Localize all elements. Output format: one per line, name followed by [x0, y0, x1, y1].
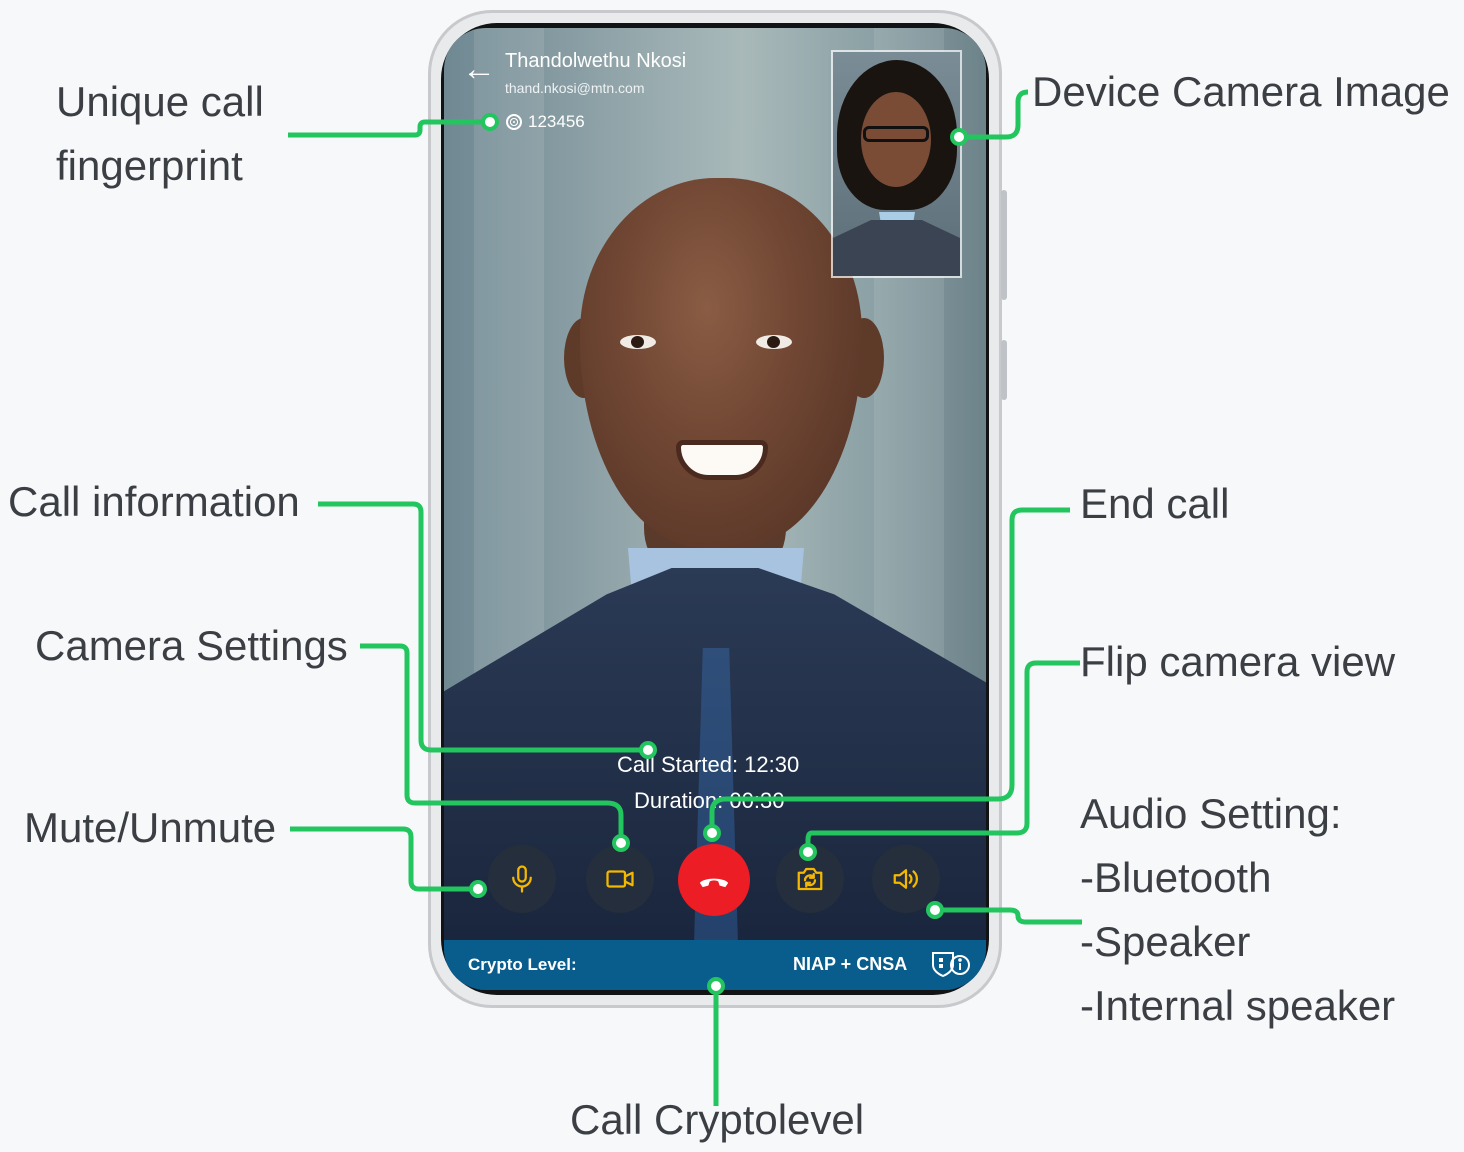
label-audio-setting: Audio Setting: — [1080, 790, 1342, 837]
fingerprint-icon — [506, 114, 522, 130]
label-call-cryptolevel: Call Cryptolevel — [570, 1096, 865, 1143]
label-end-call: End call — [1080, 480, 1230, 527]
crypto-level-value: NIAP + CNSA — [793, 954, 908, 974]
label-flip-camera-view: Flip camera view — [1080, 638, 1396, 685]
speaker-icon — [893, 869, 918, 889]
fingerprint-code: 123456 — [528, 112, 585, 131]
label-device-camera-image: Device Camera Image — [1032, 68, 1450, 115]
contact-email: thand.nkosi@mtn.com — [505, 80, 645, 96]
video-camera-icon — [606, 870, 634, 888]
call-started-time: Call Started: 12:30 — [617, 752, 800, 777]
camera-flip-icon — [797, 867, 823, 891]
power-button — [1001, 340, 1007, 400]
back-arrow-icon[interactable]: ← — [462, 52, 496, 86]
label-call-information: Call information — [8, 478, 300, 525]
remote-participant-video — [580, 178, 862, 548]
mute-button[interactable] — [488, 845, 556, 913]
call-duration: Duration: 00:30 — [634, 788, 785, 813]
microphone-icon — [512, 865, 532, 893]
camera-settings-button[interactable] — [586, 845, 654, 913]
label-fingerprint-line2: fingerprint — [56, 142, 243, 189]
label-fingerprint-line1: Unique call — [56, 78, 264, 125]
phone-hangup-icon — [699, 878, 729, 888]
crypto-level-label: Crypto Level: — [468, 955, 577, 974]
volume-button — [1001, 190, 1007, 300]
self-camera-preview[interactable] — [831, 50, 962, 278]
label-audio-bluetooth: -Bluetooth — [1080, 854, 1272, 901]
shield-info-icon[interactable] — [930, 950, 972, 978]
label-audio-internal-speaker: -Internal speaker — [1080, 982, 1396, 1029]
label-camera-settings: Camera Settings — [35, 622, 348, 669]
flip-camera-button[interactable] — [776, 845, 844, 913]
label-mute-unmute: Mute/Unmute — [24, 804, 277, 851]
label-audio-speaker: -Speaker — [1080, 918, 1251, 965]
call-fingerprint: 123456 — [506, 112, 585, 132]
audio-setting-button[interactable] — [872, 845, 940, 913]
end-call-button[interactable] — [678, 844, 750, 916]
contact-name: Thandolwethu Nkosi — [505, 50, 687, 72]
